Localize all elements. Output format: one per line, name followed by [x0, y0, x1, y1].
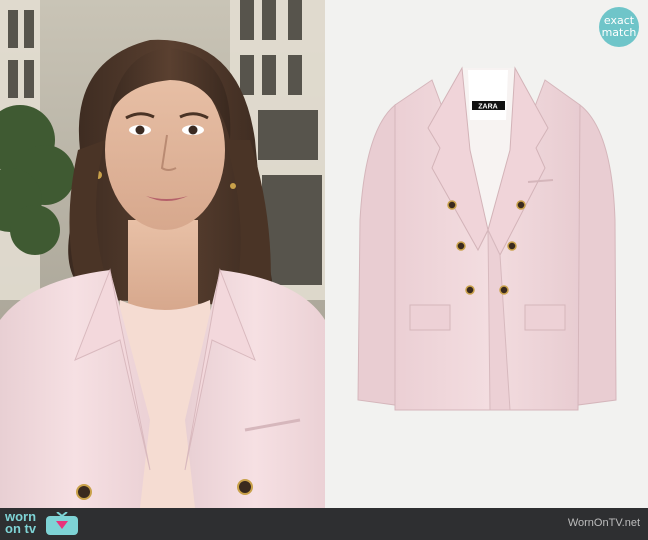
- tv-screenshot-photo: [0, 0, 325, 508]
- brand-label: ZARA: [478, 104, 497, 111]
- tv-icon: [46, 512, 78, 535]
- worn-on-tv-logo[interactable]: worn on tv: [5, 510, 37, 536]
- woman-photo: [0, 0, 325, 508]
- badge-line-2: match: [601, 26, 637, 39]
- pink-blazer-product-image: ZARA: [357, 66, 617, 411]
- product-image-panel[interactable]: ZARA: [325, 0, 648, 508]
- site-url: WornOnTV.net: [567, 517, 640, 529]
- footer-bar: worn on tv WornOnTV.net: [0, 508, 648, 540]
- exact-match-badge: exact match: [599, 7, 639, 47]
- logo-text-on-tv: on tv: [5, 521, 37, 536]
